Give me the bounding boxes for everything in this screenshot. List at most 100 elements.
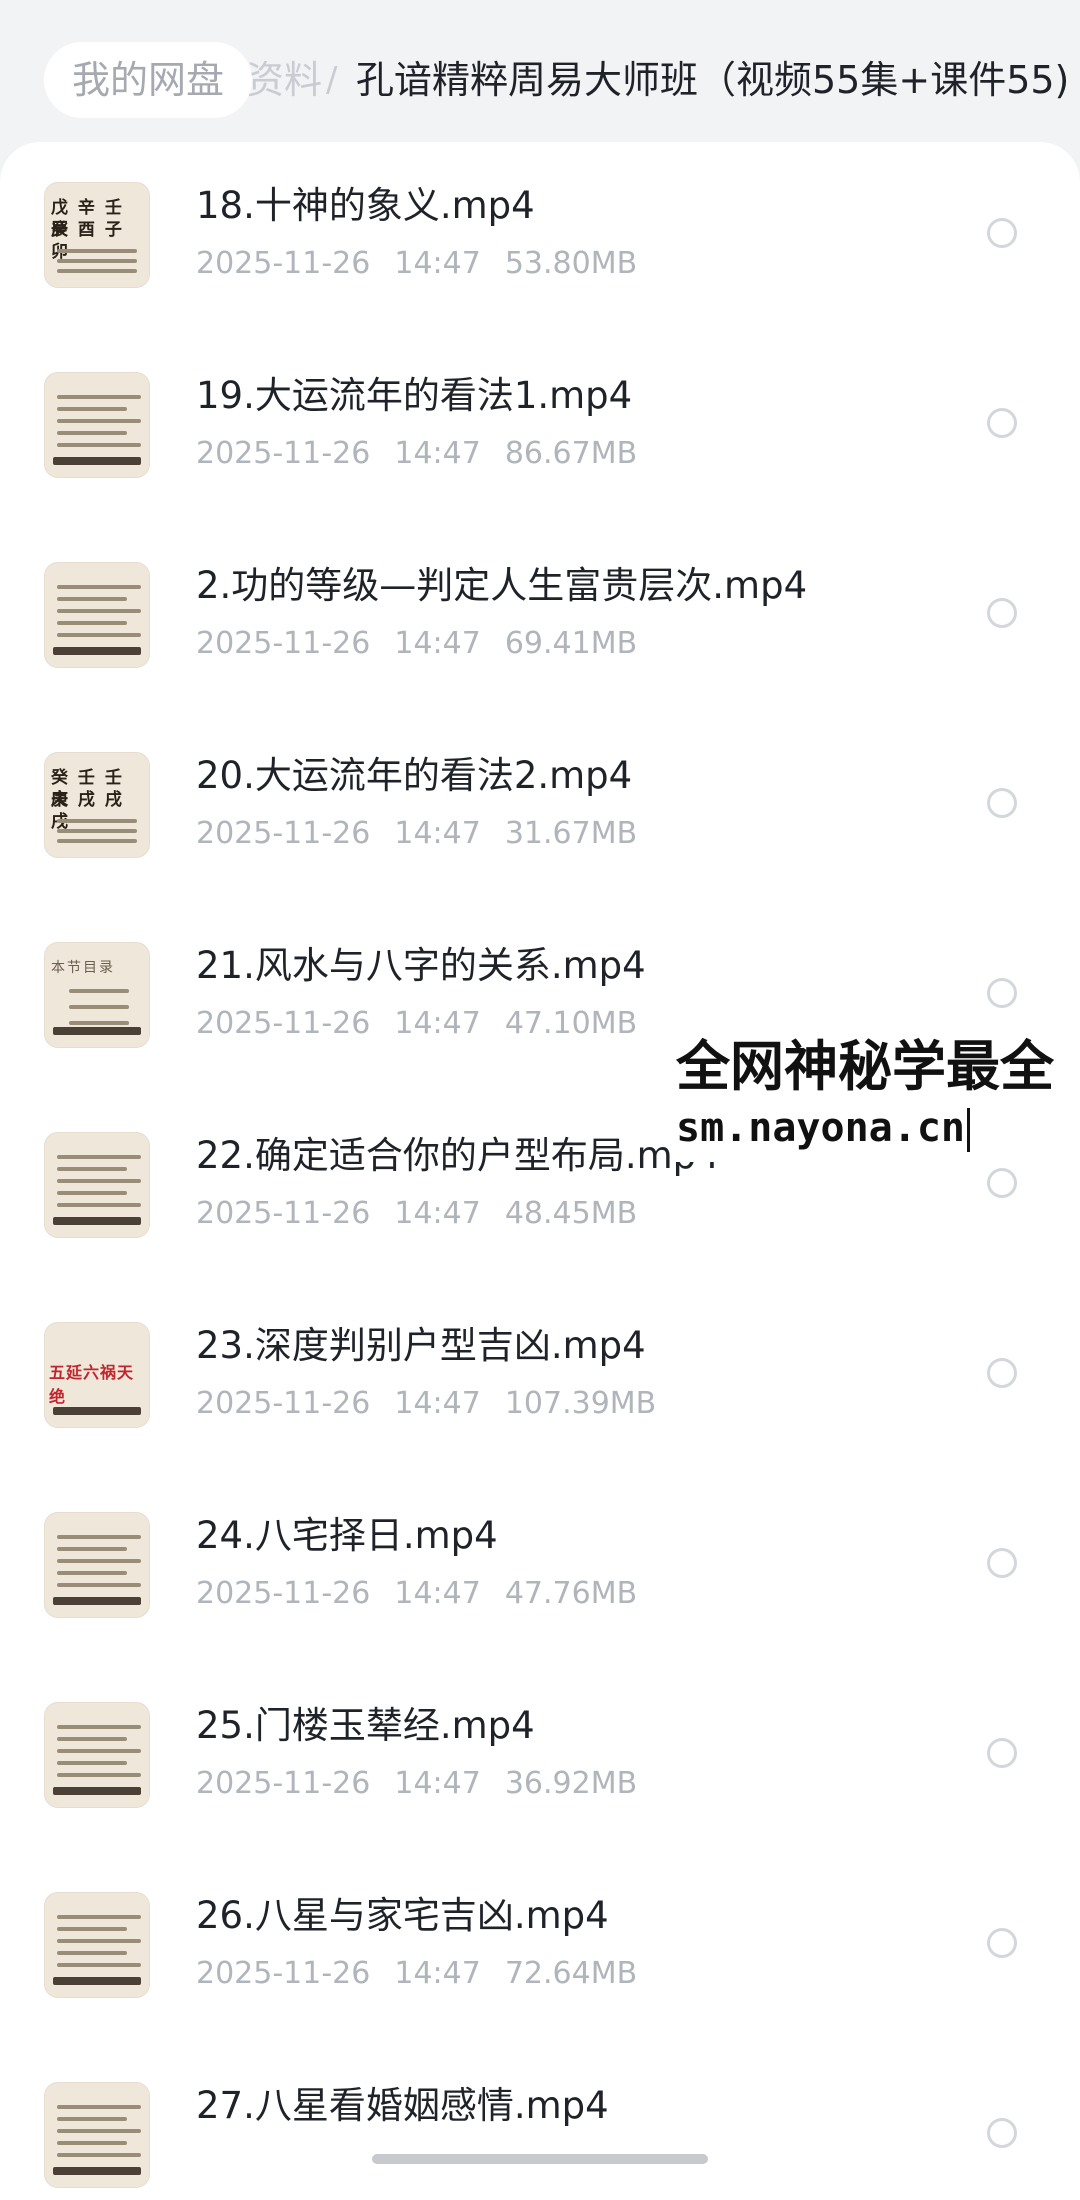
file-time: 14:47 [394,816,481,851]
file-size: 47.10MB [504,1006,638,1041]
file-size: 31.67MB [504,816,638,851]
select-radio[interactable] [987,1358,1017,1388]
file-row[interactable]: 19.大运流年的看法1.mp4 2025-11-26 14:47 86.67MB [0,332,1080,522]
thumbnail-text-line [69,1005,129,1009]
file-size: 36.92MB [504,1766,638,1801]
select-radio[interactable] [987,218,1017,248]
file-name: 19.大运流年的看法1.mp4 [196,374,633,417]
select-radio[interactable] [987,1168,1017,1198]
file-name: 26.八星与家宅吉凶.mp4 [196,1894,609,1937]
thumbnail-text-line [57,2129,141,2133]
file-meta: 2025-11-26 14:47 107.39MB [196,1384,680,1424]
thumbnail-text-line [57,621,127,625]
file-name: 27.八星看婚姻感情.mp4 [196,2084,609,2127]
file-name: 21.风水与八字的关系.mp4 [196,944,646,987]
file-size: 48.45MB [504,1196,638,1231]
thumbnail-subtitle-bar [53,1597,141,1605]
file-time: 14:47 [394,436,481,471]
thumbnail-text-line [57,1725,141,1729]
file-size: 69.41MB [504,626,638,661]
thumbnail-text-line [57,1571,127,1575]
thumbnail-text-line [57,1951,127,1955]
file-row[interactable]: 26.八星与家宅吉凶.mp4 2025-11-26 14:47 72.64MB [0,1852,1080,2042]
file-row[interactable]: 2.功的等级—判定人生富贵层次.mp4 2025-11-26 14:47 69.41M… [0,522,1080,712]
thumbnail-text-line [57,1583,141,1587]
video-thumbnail [44,1512,150,1618]
video-thumbnail [44,1702,150,1808]
text-caret-icon [966,1108,970,1152]
file-date: 2025-11-26 [196,626,371,661]
video-thumbnail [44,562,150,668]
thumbnail-text-line [57,1535,141,1539]
thumbnail-text-line [57,1963,141,1967]
file-time: 14:47 [394,246,481,281]
thumbnail-text-line [57,395,141,399]
thumbnail-text-line [57,2105,141,2109]
select-radio[interactable] [987,1738,1017,1768]
video-thumbnail [44,372,150,478]
file-meta: 2025-11-26 14:47 48.45MB [196,1194,661,1234]
file-meta: 2025-11-26 14:47 47.76MB [196,1574,661,1614]
thumbnail-subtitle-bar [53,1027,141,1035]
select-radio[interactable] [987,598,1017,628]
file-time: 14:47 [394,1576,481,1611]
select-radio[interactable] [987,788,1017,818]
file-row[interactable]: 24.八宅择日.mp4 2025-11-26 14:47 47.76MB [0,1472,1080,1662]
file-time: 14:47 [394,1006,481,1041]
file-row[interactable]: 五延六祸天绝 23.深度判别户型吉凶.mp4 2025-11-26 14:47 107.… [0,1282,1080,1472]
thumbnail-text-line [57,1939,141,1943]
select-radio[interactable] [987,408,1017,438]
file-size: 72.64MB [504,1956,638,1991]
home-indicator[interactable] [372,2154,708,2164]
thumbnail-subtitle-bar [53,1407,141,1415]
breadcrumb-parent[interactable]: 资料 [246,42,322,118]
header: 资料 我的网盘 / 孔谙精粹周易大师班（视频55集+课件55) [0,0,1080,150]
thumbnail-subtitle-bar [53,1787,141,1795]
thumbnail-text-line [57,2141,127,2145]
thumbnail-subtitle-bar [53,1977,141,1985]
file-name: 23.深度判别户型吉凶.mp4 [196,1324,646,1367]
thumbnail-text-line [69,1021,129,1025]
file-date: 2025-11-26 [196,1576,371,1611]
video-thumbnail [44,1132,150,1238]
video-thumbnail [44,2082,150,2188]
thumbnail-text-line [57,1749,141,1753]
thumbnail-subtitle-bar [53,1217,141,1225]
watermark-title: 全网神秘学最全 [676,1035,1054,1098]
breadcrumb-separator: / [326,60,338,100]
file-date: 2025-11-26 [196,1766,371,1801]
thumbnail-text-line [57,1737,127,1741]
thumbnail-text-line [57,1927,127,1931]
file-list: 戊 辛 壬 癸辰 酉 子 卯 18.十神的象义.mp4 2025-11-26 14:4… [0,142,1080,2200]
thumbnail-text-line [57,829,137,833]
thumbnail-caption: 辰 酉 子 卯 [51,220,124,262]
file-size: 107.39MB [504,1386,657,1421]
select-radio[interactable] [987,978,1017,1008]
file-row[interactable]: 戊 辛 壬 癸辰 酉 子 卯 18.十神的象义.mp4 2025-11-26 14:4… [0,142,1080,332]
file-row[interactable]: 27.八星看婚姻感情.mp4 [0,2042,1080,2200]
breadcrumb-root[interactable]: 我的网盘 [44,42,253,118]
file-time: 14:47 [394,1196,481,1231]
thumbnail-text-line [57,431,127,435]
file-meta: 2025-11-26 14:47 86.67MB [196,434,661,474]
thumbnail-text-line [57,1203,141,1207]
watermark-url-text: sm.nayona.cn [676,1105,965,1151]
thumbnail-text-line [69,989,129,993]
file-time: 14:47 [394,626,481,661]
file-row[interactable]: 25.门楼玉辇经.mp4 2025-11-26 14:47 36.92MB [0,1662,1080,1852]
file-meta: 2025-11-26 14:47 53.80MB [196,244,661,284]
file-time: 14:47 [394,1956,481,1991]
select-radio[interactable] [987,1928,1017,1958]
file-row[interactable]: 癸 壬 壬 庚未 戌 戌 戌 20.大运流年的看法2.mp4 2025-11-26 1… [0,712,1080,902]
thumbnail-subtitle-bar [53,647,141,655]
video-thumbnail: 本节目录 [44,942,150,1048]
file-date: 2025-11-26 [196,1386,371,1421]
thumbnail-text-line [57,2153,141,2157]
select-radio[interactable] [987,2118,1017,2148]
breadcrumb-current-folder: 孔谙精粹周易大师班（视频55集+课件55) [356,58,1070,102]
file-size: 47.76MB [504,1576,638,1611]
select-radio[interactable] [987,1548,1017,1578]
video-thumbnail: 戊 辛 壬 癸辰 酉 子 卯 [44,182,150,288]
file-name: 25.门楼玉辇经.mp4 [196,1704,535,1747]
file-meta: 2025-11-26 14:47 72.64MB [196,1954,661,1994]
